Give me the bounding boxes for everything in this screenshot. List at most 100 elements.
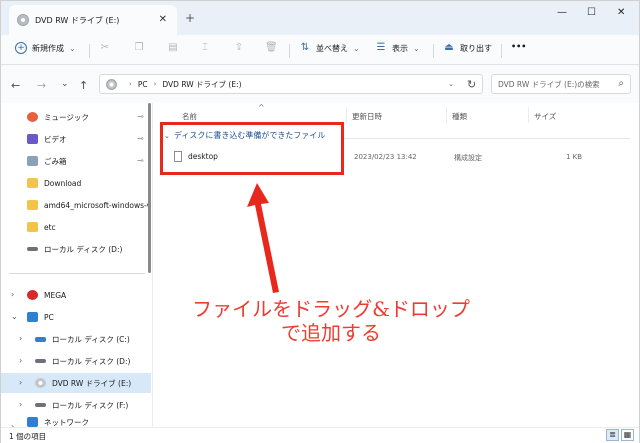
- details-view-icon[interactable]: ≣: [606, 429, 619, 441]
- breadcrumb-dvd-drive[interactable]: DVD RW ドライブ (E:): [162, 79, 241, 90]
- sidebar-item-mega[interactable]: › MEGA: [1, 285, 151, 305]
- sidebar-scrollbar[interactable]: [148, 103, 151, 273]
- chevron-down-icon: ⌄: [353, 43, 360, 53]
- toolbar-divider: [289, 44, 290, 58]
- sidebar-item-local-disk-f[interactable]: › ローカル ディスク (F:): [1, 395, 151, 415]
- eject-button-label: 取り出す: [460, 43, 492, 53]
- sidebar-item-label: ローカル ディスク (D:): [44, 244, 123, 254]
- sidebar-item-local-disk-d-tree[interactable]: › ローカル ディスク (D:): [1, 351, 151, 371]
- column-header-size[interactable]: サイズ: [534, 111, 556, 122]
- dvd-drive-icon: [17, 14, 29, 26]
- back-arrow-icon[interactable]: ←: [11, 79, 20, 92]
- sidebar-item-music[interactable]: ミュージック ⊸: [1, 107, 151, 127]
- status-bar: 1 個の項目 ≣ ▦: [1, 427, 639, 443]
- pin-icon[interactable]: ⊸: [137, 134, 144, 143]
- paste-button[interactable]: ▤: [167, 42, 184, 54]
- sidebar-item-video[interactable]: ビデオ ⊸: [1, 129, 151, 149]
- toolbar-divider: [89, 44, 90, 58]
- pin-icon[interactable]: ⊸: [137, 156, 144, 165]
- chevron-right-icon[interactable]: ›: [11, 290, 14, 299]
- column-header-type[interactable]: 種類: [452, 111, 467, 122]
- sort-button-label: 並べ替え: [316, 43, 348, 53]
- recent-locations-icon[interactable]: ⌄: [61, 79, 69, 89]
- eject-button[interactable]: ⏏ 取り出す: [443, 42, 492, 54]
- video-icon: [27, 134, 38, 144]
- column-header-name[interactable]: 名前: [182, 111, 197, 122]
- sidebar-item-amd64[interactable]: amd64_microsoft-windows-v: [1, 195, 151, 215]
- column-divider[interactable]: [346, 107, 347, 123]
- sidebar-item-label: ネットワーク: [44, 418, 89, 427]
- command-bar: + 新規作成 ⌄ ✂ ❐ ▤ ⌶ ⇪ 🗑 ⇅ 並べ替え ⌄ ☰ 表示 ⌄ ⏏ 取…: [1, 35, 639, 65]
- chevron-right-icon: ›: [129, 80, 132, 88]
- drive-icon: [35, 403, 46, 407]
- chevron-right-icon[interactable]: ›: [19, 356, 22, 365]
- chevron-down-icon[interactable]: ⌄: [11, 312, 18, 321]
- search-icon: ⌕: [618, 78, 624, 89]
- pin-icon[interactable]: ⊸: [137, 112, 144, 121]
- chevron-right-icon[interactable]: ›: [19, 334, 22, 343]
- sidebar-item-network[interactable]: › ネットワーク: [1, 417, 151, 427]
- up-arrow-icon[interactable]: ↑: [79, 79, 88, 92]
- close-window-button[interactable]: ✕: [617, 7, 625, 18]
- pc-icon: [27, 312, 38, 322]
- sidebar-item-local-disk-d[interactable]: ローカル ディスク (D:): [1, 239, 151, 259]
- navigation-pane: ミュージック ⊸ ビデオ ⊸ ごみ箱 ⊸ Download amd64_micr…: [1, 103, 153, 427]
- chevron-right-icon: ›: [153, 80, 157, 88]
- maximize-button[interactable]: ☐: [587, 7, 596, 18]
- tab-dvd-drive[interactable]: DVD RW ドライブ (E:) ✕: [9, 5, 177, 35]
- more-options-button[interactable]: •••: [511, 42, 526, 51]
- column-header-modified[interactable]: 更新日時: [352, 111, 382, 122]
- item-count: 1 個の項目: [9, 432, 47, 441]
- refresh-icon[interactable]: ↻: [467, 78, 476, 91]
- drive-c-icon: [35, 336, 46, 342]
- address-bar[interactable]: › PC › DVD RW ドライブ (E:) ⌄: [99, 74, 483, 94]
- recycle-bin-icon: [27, 156, 38, 166]
- sidebar-item-label: DVD RW ドライブ (E:): [52, 378, 132, 388]
- chevron-right-icon[interactable]: ›: [19, 400, 22, 409]
- folder-icon: [27, 178, 38, 188]
- instruction-callout: ファイルをドラッグ&ドロップ で追加する: [151, 297, 511, 345]
- sort-icon: ⇅: [300, 42, 310, 53]
- sidebar-divider: [9, 273, 145, 274]
- cut-button[interactable]: ✂: [99, 42, 116, 54]
- sidebar-item-label: Download: [44, 178, 82, 188]
- column-divider[interactable]: [528, 107, 529, 123]
- sidebar-item-download[interactable]: Download: [1, 173, 151, 193]
- sidebar-item-label: amd64_microsoft-windows-v: [44, 200, 151, 210]
- large-icons-view-icon[interactable]: ▦: [621, 429, 634, 441]
- sidebar-item-dvd-drive[interactable]: › DVD RW ドライブ (E:): [1, 373, 151, 393]
- minimize-button[interactable]: —: [557, 7, 567, 18]
- chevron-down-icon: ⌄: [413, 43, 420, 53]
- view-list-icon: ☰: [376, 42, 386, 53]
- search-input[interactable]: DVD RW ドライブ (E:)の検索 ⌕: [491, 74, 631, 94]
- share-icon: ⇪: [234, 42, 244, 53]
- delete-button[interactable]: 🗑: [265, 42, 282, 54]
- sort-button[interactable]: ⇅ 並べ替え ⌄: [299, 42, 360, 54]
- share-button[interactable]: ⇪: [233, 42, 250, 54]
- highlight-box: [160, 122, 344, 175]
- callout-line-1: ファイルをドラッグ&ドロップ: [192, 297, 470, 321]
- chevron-down-icon[interactable]: ⌄: [448, 80, 454, 88]
- chevron-down-icon: ⌄: [69, 43, 76, 53]
- chevron-right-icon[interactable]: ›: [19, 378, 22, 387]
- folder-icon: [27, 222, 38, 232]
- sidebar-item-pc[interactable]: ⌄ PC: [1, 307, 151, 327]
- sidebar-item-recycle-bin[interactable]: ごみ箱 ⊸: [1, 151, 151, 171]
- tab-close-button[interactable]: ✕: [159, 14, 167, 25]
- search-placeholder: DVD RW ドライブ (E:)の検索: [498, 79, 600, 89]
- new-tab-button[interactable]: +: [185, 11, 195, 25]
- column-divider[interactable]: [446, 107, 447, 123]
- sidebar-item-label: ローカル ディスク (F:): [52, 400, 129, 410]
- red-arrow-icon: [247, 183, 279, 293]
- view-button[interactable]: ☰ 表示 ⌄: [375, 42, 420, 54]
- sidebar-item-local-disk-c[interactable]: › ローカル ディスク (C:): [1, 329, 151, 349]
- forward-arrow-icon[interactable]: →: [37, 79, 46, 92]
- breadcrumb-pc[interactable]: PC: [138, 80, 148, 89]
- network-icon: [27, 417, 38, 427]
- dvd-drive-icon: [35, 378, 46, 388]
- sidebar-item-label: ローカル ディスク (C:): [52, 334, 130, 344]
- sidebar-item-etc[interactable]: etc: [1, 217, 151, 237]
- new-button[interactable]: + 新規作成 ⌄: [15, 42, 76, 54]
- copy-button[interactable]: ❐: [133, 42, 150, 54]
- rename-button[interactable]: ⌶: [199, 42, 216, 54]
